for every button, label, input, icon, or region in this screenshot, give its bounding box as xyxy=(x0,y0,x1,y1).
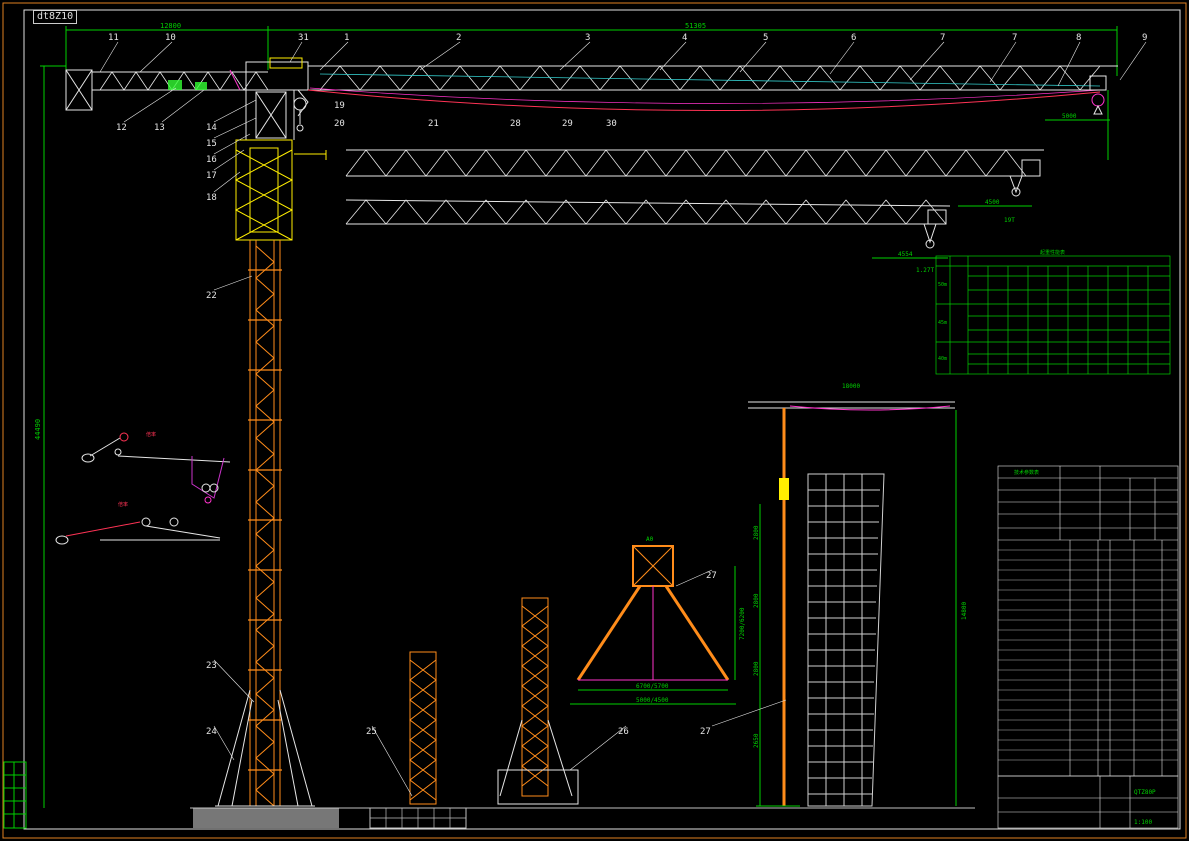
callout-7b: 7 xyxy=(1012,33,1017,43)
reeving-diagram-1 xyxy=(81,432,231,504)
title-model: QTZ80P xyxy=(1134,789,1156,796)
load-chart-table xyxy=(935,255,1171,375)
tower-mast xyxy=(249,240,281,807)
dim-seg-4: 2650 xyxy=(753,733,760,748)
boom-config-2 xyxy=(345,149,1044,197)
dim-boom2: 4500 xyxy=(985,199,1000,206)
load-table-title: 起重性能表 xyxy=(1040,249,1065,256)
callout-5: 5 xyxy=(763,33,768,43)
dim-seg-1: 2800 xyxy=(753,525,760,540)
callout-9: 9 xyxy=(1142,33,1147,43)
callout-12: 12 xyxy=(116,123,127,133)
a-frame-detail xyxy=(570,545,736,705)
mast-section-1 xyxy=(409,651,437,805)
dim-seg-3: 2800 xyxy=(753,661,760,676)
dim-small-height: 14800 xyxy=(961,602,968,620)
callout-16: 16 xyxy=(206,155,217,165)
info-table-title: 技术参数表 xyxy=(1014,469,1039,476)
callout-23: 23 xyxy=(206,661,217,671)
parts-table xyxy=(997,465,1179,777)
callout-6: 6 xyxy=(851,33,856,43)
dim-boom3: 4554 xyxy=(898,251,913,258)
dim-load-127t: 1.27T xyxy=(916,267,934,274)
left-title-strip xyxy=(3,761,27,829)
callout-27b: 27 xyxy=(700,727,711,737)
dim-jib-end: 5000 xyxy=(1062,113,1077,120)
callout-21: 21 xyxy=(428,119,439,129)
foundation-block xyxy=(193,808,339,828)
dim-7200: 7200/6200 xyxy=(739,607,746,640)
tower-head xyxy=(245,57,309,140)
callout-4: 4 xyxy=(682,33,687,43)
load-row-50: 50m xyxy=(938,282,947,288)
load-row-45: 45m xyxy=(938,320,947,326)
callout-27a: 27 xyxy=(706,571,717,581)
callout-29: 29 xyxy=(562,119,573,129)
reeving-label-2: 倍率 xyxy=(118,501,128,508)
callout-20: 20 xyxy=(334,119,345,129)
callout-13: 13 xyxy=(154,123,165,133)
dim-seg-2: 2800 xyxy=(753,593,760,608)
callout-18: 18 xyxy=(206,193,217,203)
climbing-frame xyxy=(234,139,327,241)
callout-7a: 7 xyxy=(940,33,945,43)
callout-2: 2 xyxy=(456,33,461,43)
reeving-label-1: 倍率 xyxy=(146,431,156,438)
callout-1: 1 xyxy=(344,33,349,43)
callout-17: 17 xyxy=(206,171,217,181)
callout-8: 8 xyxy=(1076,33,1081,43)
load-row-40: 40m xyxy=(938,356,947,362)
callout-15: 15 xyxy=(206,139,217,149)
callout-30: 30 xyxy=(606,119,617,129)
callout-11: 11 xyxy=(108,33,119,43)
building xyxy=(807,473,885,807)
mast-section-2 xyxy=(497,597,579,805)
counter-jib xyxy=(65,69,269,111)
dim-height: 44490 xyxy=(34,419,42,440)
boom-config-3 xyxy=(345,199,951,249)
outer-frame xyxy=(2,2,1187,839)
callout-10: 10 xyxy=(165,33,176,43)
main-jib xyxy=(307,65,1118,115)
dim-load-19t: 19T xyxy=(1004,217,1015,224)
dim-5000: 5000/4500 xyxy=(636,697,669,704)
tower-hook xyxy=(293,97,307,132)
detail-a0: A0 xyxy=(646,536,654,543)
callout-26: 26 xyxy=(618,727,629,737)
callout-3: 3 xyxy=(585,33,590,43)
top-dimension xyxy=(65,26,1118,76)
callout-19: 19 xyxy=(334,101,345,111)
crane-elevation-small xyxy=(748,401,957,807)
reeving-diagram-2 xyxy=(55,517,221,545)
dim-small-jib: 18000 xyxy=(842,383,860,390)
callout-28: 28 xyxy=(510,119,521,129)
dim-counter-jib: 12800 xyxy=(160,22,181,30)
callout-31: 31 xyxy=(298,33,309,43)
callout-22: 22 xyxy=(206,291,217,301)
base-supports xyxy=(215,689,315,807)
dim-jib: 51305 xyxy=(685,22,706,30)
dim-6700: 6700/5700 xyxy=(636,683,669,690)
crane-drawing: 12800 51305 44490 5000 4500 19T 4554 1.2… xyxy=(2,2,1187,839)
title-scale: 1:100 xyxy=(1134,819,1152,826)
inner-frame xyxy=(23,9,1181,830)
callout-14: 14 xyxy=(206,123,217,133)
